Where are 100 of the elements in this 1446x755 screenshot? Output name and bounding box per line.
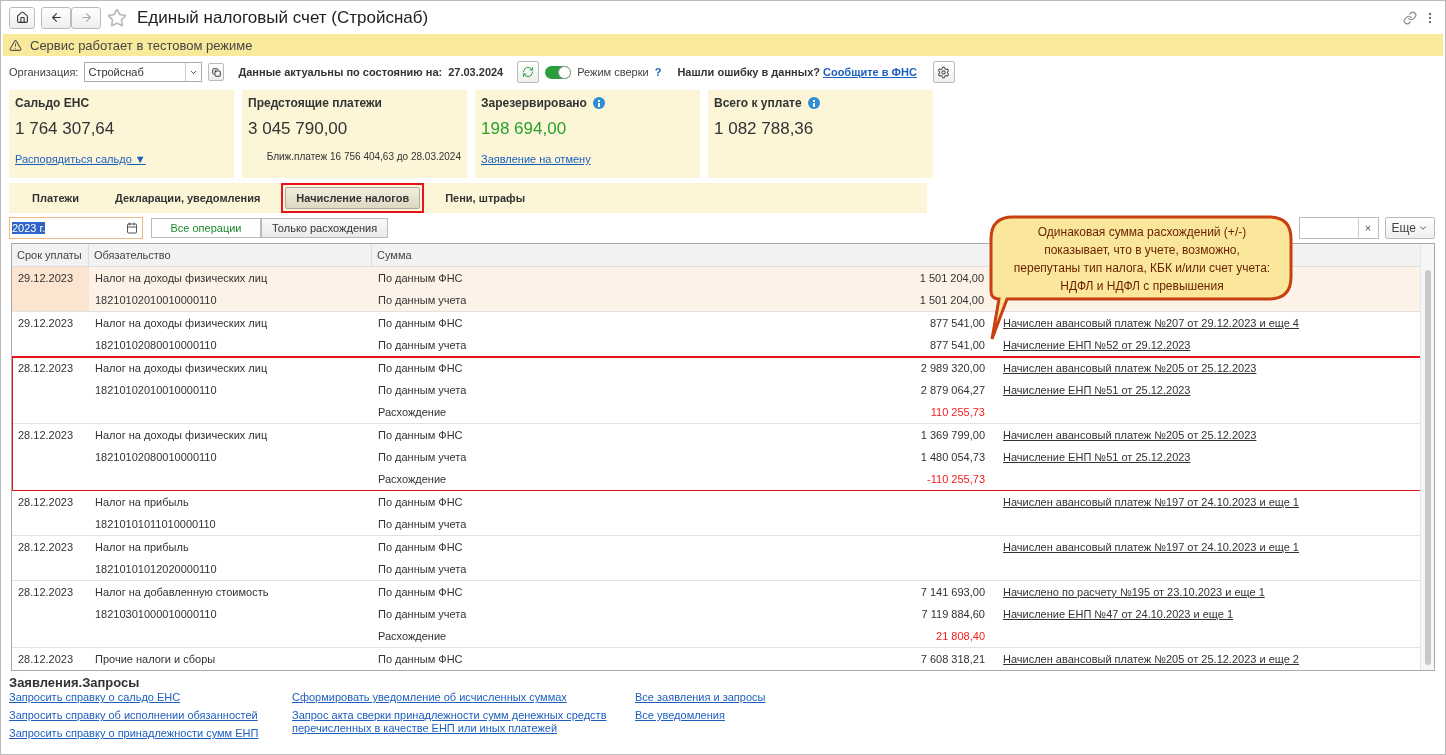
tab[interactable]: Декларации, уведомления bbox=[103, 187, 272, 209]
help-link[interactable]: ? bbox=[654, 66, 662, 78]
table-cell-text: 28.12.2023 bbox=[17, 428, 75, 443]
table-cell-text: Расхождение bbox=[377, 629, 448, 644]
reconcile-label: Режим сверки bbox=[577, 66, 649, 78]
table-cell-text: 1 369 799,00 bbox=[919, 428, 986, 443]
card-amount: 198 694,00 bbox=[481, 119, 568, 139]
table-cell-text: По данным ФНС bbox=[377, 495, 464, 510]
table-cell-text: 877 541,00 bbox=[928, 338, 986, 353]
table-cell-text: Налог на прибыль bbox=[94, 540, 190, 555]
table-cell-text: 7 608 318,21 bbox=[919, 652, 986, 667]
organization-label: Организация: bbox=[9, 66, 79, 78]
organization-field[interactable]: Стройснаб bbox=[84, 62, 203, 82]
card-link[interactable]: Распорядиться сальдо ▼ bbox=[15, 153, 146, 165]
document-link[interactable]: Начисление ЕНП №47 от 24.10.2023 и еще 1 bbox=[997, 603, 1240, 625]
column-header: Обязательство bbox=[89, 244, 372, 266]
tab[interactable]: Платежи bbox=[21, 187, 90, 209]
tab[interactable]: Начисление налогов bbox=[285, 187, 421, 209]
column-header: Срок уплаты bbox=[12, 244, 89, 266]
table-cell-text: По данным учета bbox=[377, 562, 468, 577]
request-link[interactable]: Запросить справку о принадлежности сумм ЕНП bbox=[9, 727, 269, 740]
card-amount: 1 764 307,64 bbox=[15, 119, 116, 139]
table-cell-text: 18210301000010000110 bbox=[94, 607, 218, 622]
table-cell-text: 18210102080010000110 bbox=[94, 338, 218, 353]
table-cell-text: -110 255,73 bbox=[926, 472, 986, 487]
request-link[interactable]: Запросить справку о сальдо ЕНС bbox=[9, 691, 269, 704]
window-icon bbox=[211, 67, 221, 77]
refresh-icon bbox=[522, 66, 535, 78]
table-cell-text: 18210102080010000110 bbox=[94, 450, 218, 465]
section-title: Заявления.Запросы bbox=[9, 675, 141, 690]
search-field[interactable]: × bbox=[1298, 217, 1379, 239]
caret-icon bbox=[1418, 223, 1428, 233]
filter-toggle[interactable]: Все операции bbox=[151, 218, 261, 238]
table-cell-text: Налог на доходы физических лиц bbox=[94, 316, 269, 331]
card-amount: 3 045 790,00 bbox=[248, 119, 349, 139]
table-cell-text: По данным учета bbox=[377, 450, 468, 465]
forward-arrow-icon bbox=[79, 11, 93, 24]
warning-icon bbox=[9, 38, 22, 52]
table-cell-text: 110 255,73 bbox=[929, 405, 986, 420]
table-cell-text: 28.12.2023 bbox=[17, 495, 75, 510]
tab[interactable]: Пени, штрафы bbox=[434, 187, 537, 209]
table-cell-text: Налог на доходы физических лиц bbox=[94, 428, 269, 443]
table-cell-text: 7 141 693,00 bbox=[919, 585, 986, 600]
table-cell-text: 21 808,40 bbox=[935, 629, 986, 644]
link-icon[interactable] bbox=[1403, 10, 1417, 25]
request-link[interactable]: Все уведомления bbox=[635, 709, 895, 722]
banner-text: Сервис работает в тестовом режиме bbox=[30, 37, 253, 53]
document-link[interactable]: Начислен авансовый платеж №205 от 25.12.2023 bbox=[997, 424, 1263, 446]
table-cell-text: 28.12.2023 bbox=[17, 540, 75, 555]
open-button[interactable] bbox=[208, 63, 225, 81]
calendar-icon[interactable] bbox=[126, 222, 138, 234]
table-cell-text: 2 879 064,27 bbox=[919, 383, 986, 398]
back-arrow-icon bbox=[49, 11, 63, 24]
card-title: Зарезервировано bbox=[481, 96, 587, 110]
table-cell-text: 28.12.2023 bbox=[17, 652, 75, 667]
scrollbar[interactable] bbox=[1420, 244, 1434, 670]
table-cell-text: 18210102010010000110 bbox=[94, 383, 218, 398]
card-title: Всего к уплате bbox=[714, 96, 802, 110]
table-cell-text: 2 989 320,00 bbox=[919, 361, 986, 376]
request-link[interactable]: Все заявления и запросы bbox=[635, 691, 895, 704]
reconcile-toggle[interactable] bbox=[545, 65, 572, 79]
card-title: Предстоящие платежи bbox=[248, 96, 382, 110]
card-link[interactable]: Заявление на отмену bbox=[481, 153, 591, 165]
settings-button[interactable] bbox=[932, 61, 955, 83]
settings-icon bbox=[937, 65, 951, 79]
table-cell-text: По данным учета bbox=[377, 383, 468, 398]
table-cell-text: 877 541,00 bbox=[928, 316, 986, 331]
table-cell-text: Расхождение bbox=[377, 405, 448, 420]
refresh-button[interactable] bbox=[517, 61, 540, 83]
document-link[interactable]: Начисление ЕНП №52 от 29.12.2023 bbox=[997, 334, 1197, 356]
document-link[interactable]: Начислен авансовый платеж №197 от 24.10.2023 и еще 1 bbox=[997, 491, 1305, 513]
table-cell: 29.12.2023 bbox=[12, 267, 89, 311]
table-cell-text: Прочие налоги и сборы bbox=[94, 652, 217, 667]
period-field[interactable]: 2023 г. bbox=[9, 217, 143, 239]
more-button[interactable]: Еще bbox=[1384, 217, 1435, 239]
table-cell-text: 29.12.2023 bbox=[17, 316, 75, 331]
home-button[interactable] bbox=[9, 6, 35, 29]
report-link[interactable]: Сообщите в ФНС bbox=[823, 66, 917, 78]
card-title: Сальдо ЕНС bbox=[15, 96, 90, 110]
request-link[interactable]: Запросить справку об исполнении обязанностей bbox=[9, 709, 269, 722]
back-button[interactable] bbox=[41, 6, 71, 29]
document-link[interactable]: Начислен авансовый платеж №205 от 25.12.2023 bbox=[997, 357, 1263, 379]
request-link[interactable]: Запрос акта сверки принадлежности сумм денежных средств перечисленных в качестве ЕНП или иных платежей bbox=[292, 709, 622, 735]
document-link[interactable]: Начислен авансовый платеж №205 от 25.12.2023 и еще 2 bbox=[997, 648, 1305, 670]
info-icon[interactable] bbox=[807, 97, 820, 109]
filter-toggle[interactable]: Только расхождения bbox=[261, 218, 389, 238]
table-cell-text: 7 119 884,60 bbox=[920, 607, 986, 622]
data-date: 27.03.2024 bbox=[448, 66, 504, 78]
info-icon[interactable] bbox=[592, 97, 605, 109]
table-cell-text: По данным ФНС bbox=[377, 540, 464, 555]
star-icon[interactable] bbox=[107, 7, 127, 28]
table-cell-text: По данным ФНС bbox=[377, 652, 464, 667]
document-link[interactable]: Начисление ЕНП №51 от 25.12.2023 bbox=[997, 446, 1197, 468]
table-cell-text: 28.12.2023 bbox=[17, 361, 75, 376]
table-cell-text: По данным учета bbox=[377, 338, 468, 353]
document-link[interactable]: Начислен авансовый платеж №207 от 29.12.2023 и еще 4 bbox=[997, 312, 1305, 334]
document-link[interactable]: Начислен авансовый платеж №197 от 24.10.2023 и еще 1 bbox=[997, 536, 1305, 558]
document-link[interactable]: Начисление ЕНП №51 от 25.12.2023 bbox=[997, 379, 1197, 401]
document-link[interactable]: Начислено по расчету №195 от 23.10.2023 и еще 1 bbox=[997, 581, 1271, 603]
request-link[interactable]: Сформировать уведомление об исчисленных суммах bbox=[292, 691, 622, 704]
